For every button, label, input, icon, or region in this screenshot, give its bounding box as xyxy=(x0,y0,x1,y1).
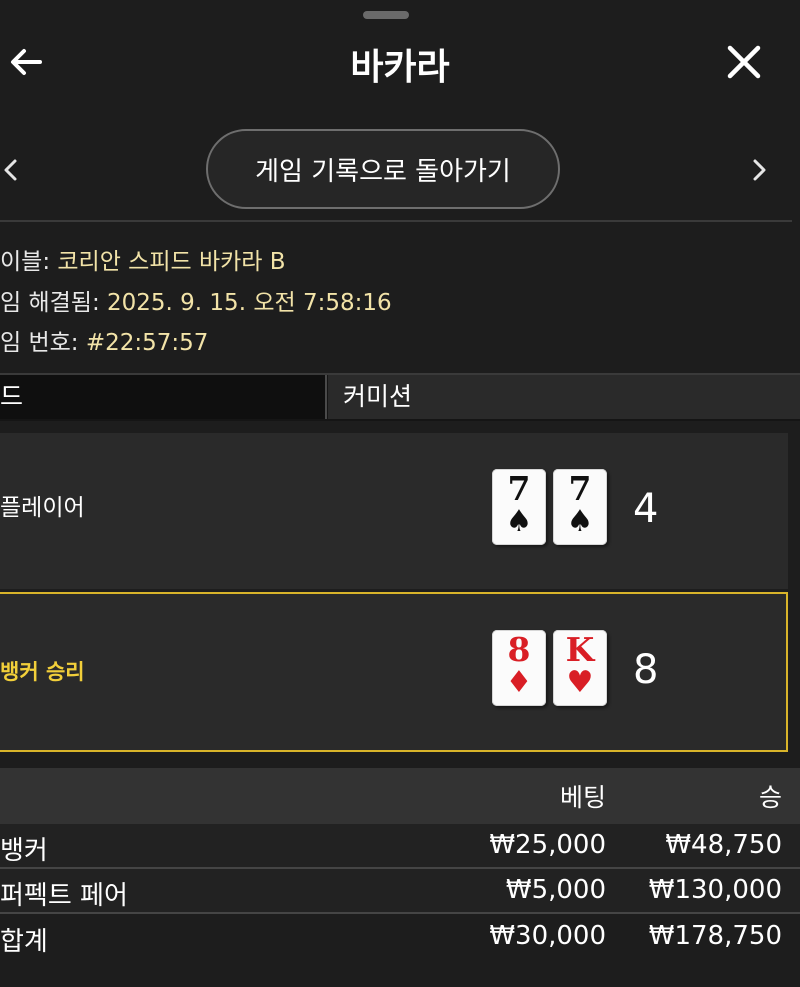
bet-name: 뱅커 xyxy=(0,836,48,866)
tab-commission-label: 커미션 xyxy=(343,382,413,411)
close-icon[interactable] xyxy=(722,40,766,84)
sheet-drag-handle[interactable] xyxy=(363,11,409,19)
info-table-value: 코리안 스피드 바카라 B xyxy=(57,249,286,275)
card-rank: 7 xyxy=(568,469,592,508)
back-to-history-label: 게임 기록으로 돌아가기 xyxy=(255,156,511,187)
info-table-label: 이블: xyxy=(0,249,51,275)
heart-suit-icon: ♥ xyxy=(566,665,594,700)
tab-commission[interactable]: 커미션 xyxy=(328,375,800,419)
info-game-number: 임 번호: #22:57:57 xyxy=(0,323,208,357)
info-table: 이블: 코리안 스피드 바카라 B xyxy=(0,242,286,276)
card-rank: 7 xyxy=(507,469,531,508)
player-score: 4 xyxy=(633,486,659,532)
column-header-bet: 베팅 xyxy=(559,783,606,812)
divider xyxy=(0,912,800,914)
playing-card: 7 ♠ xyxy=(553,469,607,545)
info-resolved: 임 해결됨: 2025. 9. 15. 오전 7:58:16 xyxy=(0,283,392,317)
tab-cards-label: 드 xyxy=(0,382,24,411)
info-game-number-value: #22:57:57 xyxy=(85,330,209,356)
page-title: 바카라 xyxy=(350,47,450,88)
playing-card: 7 ♠ xyxy=(492,469,546,545)
player-hand-row xyxy=(0,433,788,589)
playing-card: K ♥ xyxy=(553,630,607,706)
bet-amount: ₩5,000 xyxy=(505,875,606,905)
playing-card: 8 ♦ xyxy=(492,630,546,706)
banker-score: 8 xyxy=(633,647,659,693)
banker-win-label: 뱅커 승리 xyxy=(0,660,85,684)
spade-suit-icon: ♠ xyxy=(566,504,594,539)
column-header-win: 승 xyxy=(758,783,782,812)
win-amount: ₩48,750 xyxy=(665,830,782,860)
win-amount: ₩130,000 xyxy=(648,875,782,905)
total-bet-amount: ₩30,000 xyxy=(489,921,606,951)
spade-suit-icon: ♠ xyxy=(505,504,533,539)
info-resolved-label: 임 해결됨: xyxy=(0,290,100,316)
bet-name: 퍼펙트 페어 xyxy=(0,881,128,911)
card-rank: K xyxy=(565,630,595,669)
chevron-right-icon[interactable] xyxy=(746,148,774,192)
player-label: 플레이어 xyxy=(0,495,85,521)
back-to-history-button[interactable]: 게임 기록으로 돌아가기 xyxy=(206,129,560,209)
bet-amount: ₩25,000 xyxy=(489,830,606,860)
banker-hand-row xyxy=(0,592,788,752)
tab-cards[interactable]: 드 xyxy=(0,375,327,419)
divider xyxy=(0,220,792,222)
chevron-left-icon[interactable] xyxy=(0,148,24,192)
total-label: 합계 xyxy=(0,927,48,957)
diamond-suit-icon: ♦ xyxy=(505,665,533,700)
total-win-amount: ₩178,750 xyxy=(648,921,782,951)
info-resolved-value: 2025. 9. 15. 오전 7:58:16 xyxy=(107,290,392,316)
info-game-number-label: 임 번호: xyxy=(0,330,79,356)
card-rank: 8 xyxy=(507,630,531,669)
